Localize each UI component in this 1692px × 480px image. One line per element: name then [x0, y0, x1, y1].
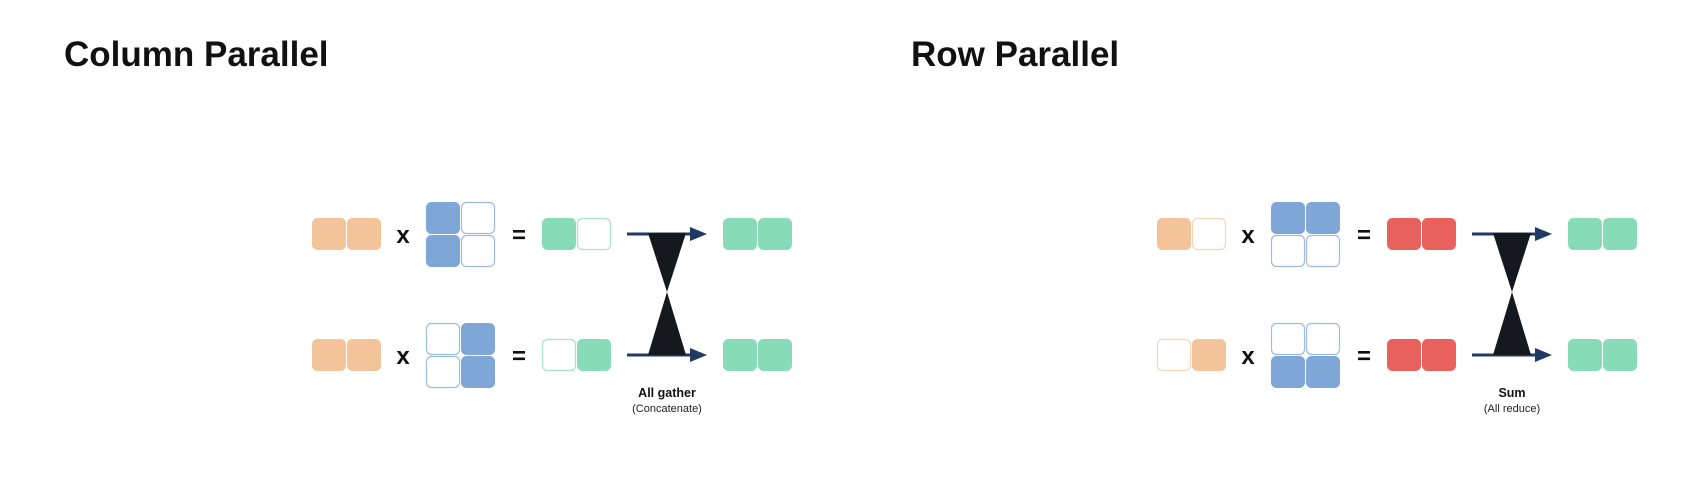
weight-cell	[461, 323, 495, 355]
multiply-sign: x	[396, 343, 410, 370]
input-cell	[312, 218, 346, 250]
input-cell	[312, 339, 346, 371]
output-cell	[1568, 218, 1602, 250]
arrow-head	[1535, 348, 1552, 362]
partial-result-cell	[541, 338, 577, 372]
multiply-sign: x	[396, 222, 410, 249]
partial-result-cell	[542, 218, 576, 250]
operation-label: All gather	[638, 386, 696, 400]
arrow-head	[1535, 227, 1552, 241]
output-cell	[1603, 339, 1637, 371]
partial-result-cell	[1387, 339, 1421, 371]
weight-cell	[1306, 202, 1340, 234]
weight-cell	[461, 356, 495, 388]
arrow-head	[690, 227, 707, 241]
input-cell	[347, 218, 381, 250]
weight-cell	[426, 235, 460, 267]
weight-cell	[1270, 234, 1306, 268]
hourglass-top	[1493, 233, 1531, 292]
weight-cell	[1271, 356, 1305, 388]
output-cell	[758, 218, 792, 250]
input-cell	[1192, 339, 1226, 371]
weight-cell	[1305, 322, 1341, 356]
partial-result-cell	[1387, 218, 1421, 250]
partial-result-cell	[577, 339, 611, 371]
equals-sign: =	[512, 343, 526, 370]
weight-cell	[460, 201, 496, 235]
output-cell	[723, 218, 757, 250]
output-cell	[758, 339, 792, 371]
operation-label: Sum	[1498, 386, 1525, 400]
operation-sublabel: (All reduce)	[1484, 403, 1540, 415]
hourglass-bottom	[1493, 292, 1531, 355]
equals-sign: =	[512, 222, 526, 249]
input-cell	[347, 339, 381, 371]
weight-cell	[426, 202, 460, 234]
weight-cell	[1270, 322, 1306, 356]
multiply-sign: x	[1241, 222, 1255, 249]
partial-result-cell	[1422, 339, 1456, 371]
partial-result-cell	[1422, 218, 1456, 250]
output-cell	[1603, 218, 1637, 250]
hourglass-bottom	[648, 292, 686, 355]
equals-sign: =	[1357, 343, 1371, 370]
parallelism-diagram: x = x = All gather (Concatenate) x = x = Sum (All r…	[312, 201, 1637, 415]
operation-sublabel: (Concatenate)	[632, 403, 702, 415]
hourglass-top	[648, 233, 686, 292]
output-cell	[1568, 339, 1602, 371]
weight-cell	[1306, 356, 1340, 388]
arrow-head	[690, 348, 707, 362]
weight-cell	[460, 234, 496, 268]
output-cell	[723, 339, 757, 371]
weight-cell	[1271, 202, 1305, 234]
input-cell	[1156, 338, 1192, 372]
input-cell	[1157, 218, 1191, 250]
input-cell	[1191, 217, 1227, 251]
weight-cell	[425, 322, 461, 356]
weight-cell	[425, 355, 461, 389]
multiply-sign: x	[1241, 343, 1255, 370]
partial-result-cell	[576, 217, 612, 251]
equals-sign: =	[1357, 222, 1371, 249]
weight-cell	[1305, 234, 1341, 268]
